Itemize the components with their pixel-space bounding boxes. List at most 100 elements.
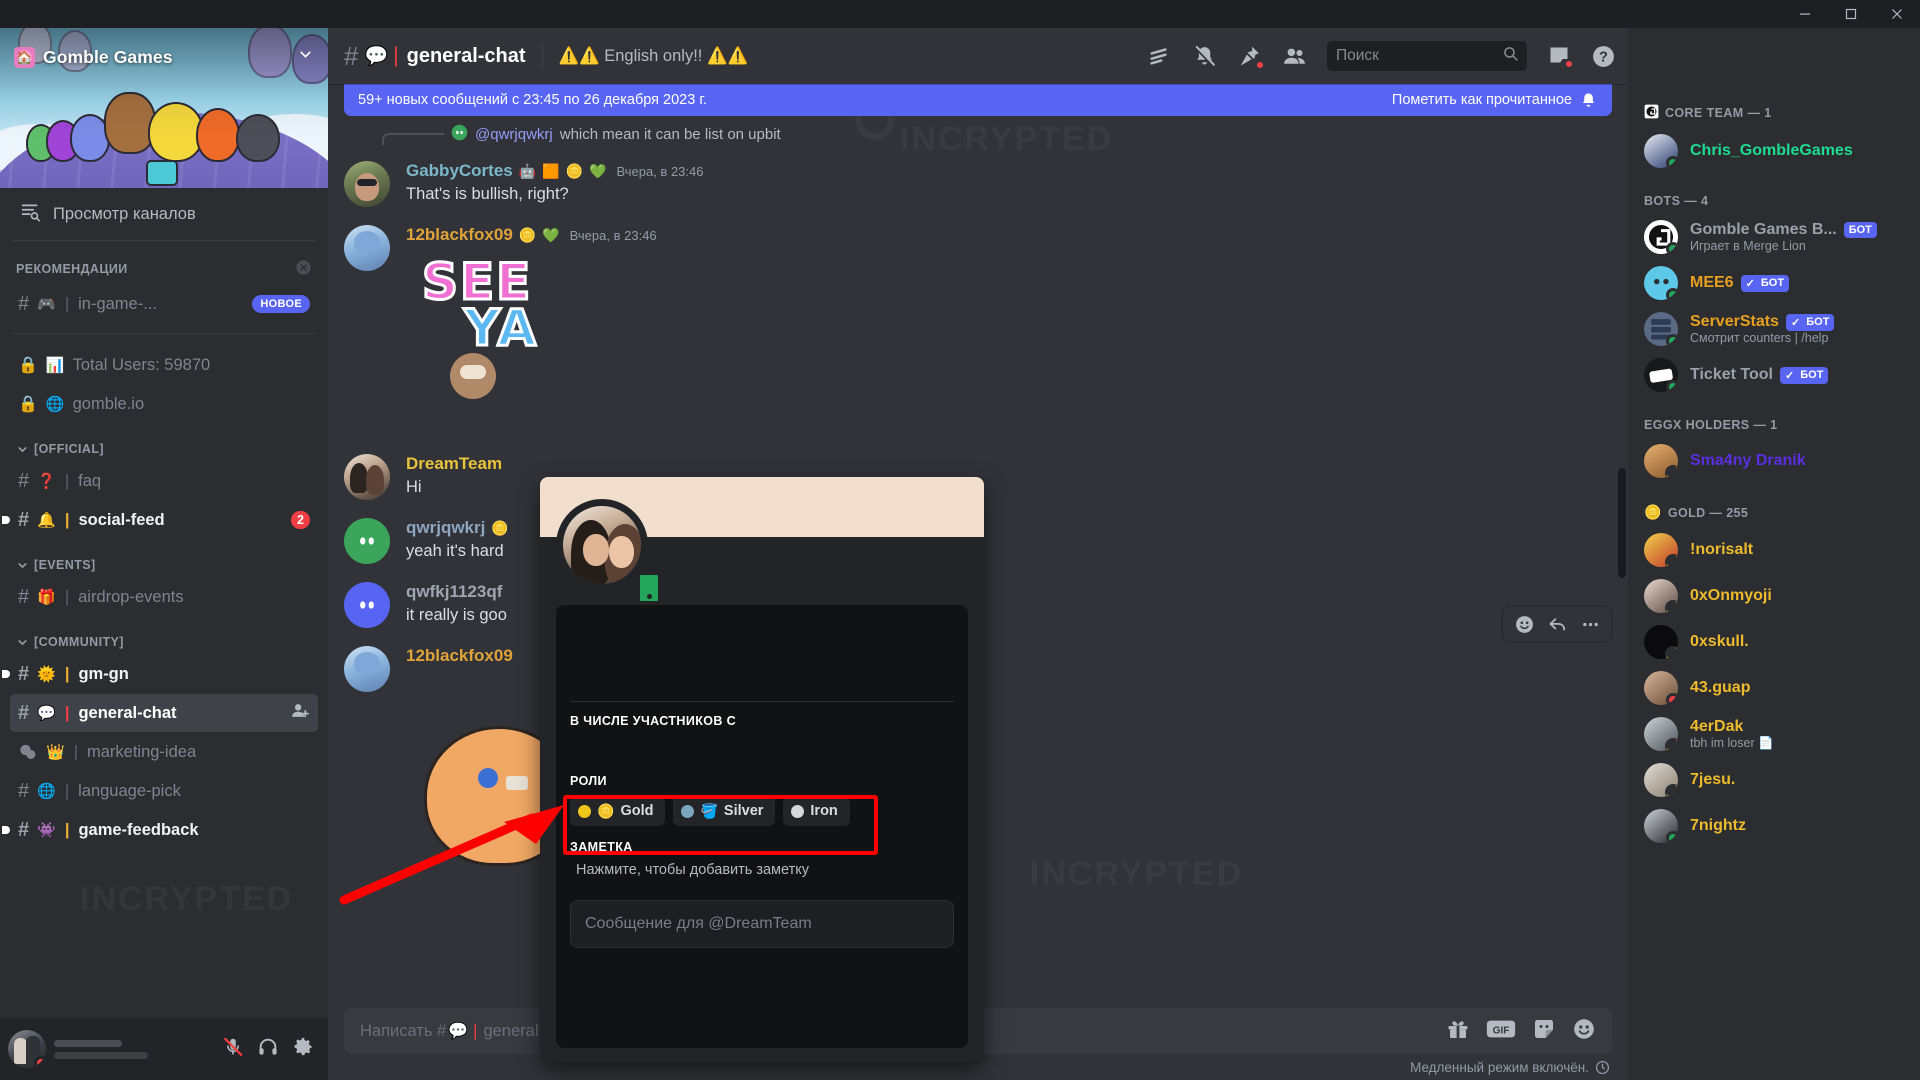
pin-icon[interactable]: [1237, 44, 1265, 70]
bell-off-icon[interactable]: [1192, 44, 1217, 69]
search-input[interactable]: Поиск: [1327, 41, 1527, 71]
avatar[interactable]: [344, 161, 390, 207]
reply-text: which mean it can be list on upbit: [559, 126, 781, 143]
sidebar-channel-faq[interactable]: # ❓ | faq: [10, 462, 318, 500]
help-icon[interactable]: ?: [1591, 44, 1616, 69]
channel-emoji: 🔔: [37, 512, 56, 529]
author-badge: 🪙: [518, 226, 537, 243]
role-pill-iron[interactable]: Iron: [783, 796, 850, 826]
more-icon[interactable]: [1575, 609, 1605, 639]
member-row[interactable]: 43.guap: [1628, 665, 1920, 711]
close-icon[interactable]: [295, 259, 312, 279]
inbox-icon[interactable]: [1547, 44, 1574, 69]
add-members-icon[interactable]: [291, 701, 310, 725]
category-official[interactable]: [OFFICIAL]: [0, 424, 328, 461]
gift-icon[interactable]: [1446, 1017, 1470, 1046]
hash-icon: #: [344, 40, 359, 71]
member-row[interactable]: 🌙 4erDak tbh im loser 📄: [1628, 711, 1920, 757]
window-close-button[interactable]: [1874, 0, 1920, 28]
reply-icon[interactable]: [1542, 609, 1572, 639]
avatar[interactable]: [556, 499, 648, 591]
browse-channels-button[interactable]: Просмотр каналов: [0, 188, 328, 240]
avatar[interactable]: [8, 1030, 46, 1068]
window-minimize-button[interactable]: [1782, 0, 1828, 28]
reply-reference[interactable]: @qwrjqwkrj which mean it can be list on …: [378, 124, 1612, 145]
channel-name: gm-gn: [78, 664, 129, 683]
gif-icon[interactable]: GIF: [1486, 1018, 1516, 1045]
server-home-icon: 🏠: [14, 46, 35, 68]
member-row[interactable]: 🌙 7jesu.: [1628, 757, 1920, 803]
deafen-headphones-icon[interactable]: [257, 1036, 279, 1063]
mention-badge: 2: [291, 511, 310, 529]
member-row[interactable]: 7nightz: [1628, 803, 1920, 849]
message-author[interactable]: 12blackfox09: [406, 225, 513, 245]
sidebar-channel-social-feed[interactable]: # 🔔 | social-feed 2: [2, 501, 318, 539]
hash-icon: #: [18, 292, 30, 315]
member-since-label: В ЧИСЛЕ УЧАСТНИКОВ С: [570, 714, 737, 728]
author-badge: 💚: [589, 162, 607, 179]
member-row[interactable]: Ticket Tool ✓ БОТ: [1628, 352, 1920, 398]
idle-status-badge: 🌙: [1665, 465, 1678, 478]
avatar[interactable]: [344, 646, 390, 692]
slowmode-label: Медленный режим включён.: [1410, 1059, 1589, 1075]
member-row[interactable]: 🌙 0xOnmyoji: [1628, 573, 1920, 619]
message-scrollbar[interactable]: [1618, 468, 1626, 578]
chevron-down-icon[interactable]: [297, 46, 314, 68]
member-row[interactable]: 🌙 0xskull.: [1628, 619, 1920, 665]
see-ya-sticker[interactable]: SEE YA: [406, 251, 636, 436]
category-events[interactable]: [EVENTS]: [0, 540, 328, 577]
message-author[interactable]: qwfkj1123qf: [406, 582, 502, 602]
member-activity: Смотрит counters | /help: [1690, 331, 1829, 345]
members-icon[interactable]: [1282, 44, 1307, 69]
browse-channels-icon: [20, 201, 41, 227]
window-maximize-button[interactable]: [1828, 0, 1874, 28]
member-name: 4erDak: [1690, 717, 1744, 735]
avatar[interactable]: [344, 518, 390, 564]
note-label: ЗАМЕТКА: [570, 840, 633, 854]
sidebar-channel-general-chat[interactable]: # 💬 | general-chat: [10, 694, 318, 732]
member-row[interactable]: Chris_GombleGames: [1628, 128, 1920, 174]
member-name: Gomble Games B...: [1690, 221, 1837, 238]
note-input[interactable]: Нажмите, чтобы добавить заметку: [570, 862, 954, 878]
status-badge: [1666, 288, 1678, 300]
sidebar-channel-game-feedback[interactable]: # 👾 | game-feedback: [2, 811, 318, 849]
member-row[interactable]: 🌙 Sma4ny Dranik: [1628, 438, 1920, 484]
reply-author[interactable]: @qwrjqwkrj: [475, 126, 553, 143]
message-author[interactable]: GabbyCortes: [406, 161, 513, 181]
add-reaction-icon[interactable]: [1509, 609, 1539, 639]
sidebar-channel-gomble-io[interactable]: 🔒 🌐 gomble.io: [10, 385, 318, 423]
server-header[interactable]: 🏠 Gomble Games: [0, 40, 328, 74]
mute-microphone-icon[interactable]: [222, 1036, 244, 1063]
threads-icon[interactable]: [1147, 44, 1172, 69]
category-community[interactable]: [COMMUNITY]: [0, 617, 328, 654]
sidebar-channel-airdrop-events[interactable]: # 🎁 | airdrop-events: [10, 578, 318, 616]
sticker-icon[interactable]: [1532, 1017, 1556, 1046]
profile-message-input[interactable]: Сообщение для @DreamTeam: [570, 900, 954, 948]
role-pill-gold[interactable]: 🪙 Gold: [570, 796, 666, 826]
message-author[interactable]: qwrjqwkrj: [406, 518, 485, 538]
bot-badge: ✓ БОТ: [1779, 366, 1829, 384]
sidebar-channel-language-pick[interactable]: # 🌐 | language-pick: [10, 772, 318, 810]
avatar[interactable]: [344, 225, 390, 271]
sidebar-channel-gm-gn[interactable]: # 🌞 | gm-gn: [2, 655, 318, 693]
avatar: 🌙: [1644, 763, 1678, 797]
hash-icon: #: [18, 818, 30, 841]
sidebar-channel-in-game[interactable]: # 🎮 | in-game-... НОВОЕ: [10, 285, 318, 323]
member-row[interactable]: 🌙 !norisalt: [1628, 527, 1920, 573]
member-row[interactable]: ServerStats ✓ БОТ Смотрит counters | /he…: [1628, 306, 1920, 352]
emoji-icon[interactable]: [1572, 1017, 1596, 1046]
avatar[interactable]: [344, 454, 390, 500]
server-banner: 🏠 Gomble Games: [0, 28, 328, 188]
sidebar-channel-marketing-idea[interactable]: 👑 | marketing-idea: [10, 733, 318, 771]
message-author[interactable]: DreamTeam: [406, 454, 502, 474]
sidebar-channel-total-users[interactable]: 🔒 📊 Total Users: 59870: [10, 346, 318, 384]
role-pill-silver[interactable]: 🪣 Silver: [673, 796, 776, 826]
member-row[interactable]: Gomble Games B... БОТ Играет в Merge Lio…: [1628, 214, 1920, 260]
mark-as-read-button[interactable]: Пометить как прочитанное: [1392, 91, 1598, 110]
current-user-info[interactable]: [52, 1039, 216, 1059]
avatar[interactable]: [344, 582, 390, 628]
user-settings-gear-icon[interactable]: [292, 1036, 314, 1063]
member-row[interactable]: MEE6 ✓ БОТ: [1628, 260, 1920, 306]
message-author[interactable]: 12blackfox09: [406, 646, 513, 666]
group-label: CORE TEAM — 1: [1665, 106, 1772, 120]
